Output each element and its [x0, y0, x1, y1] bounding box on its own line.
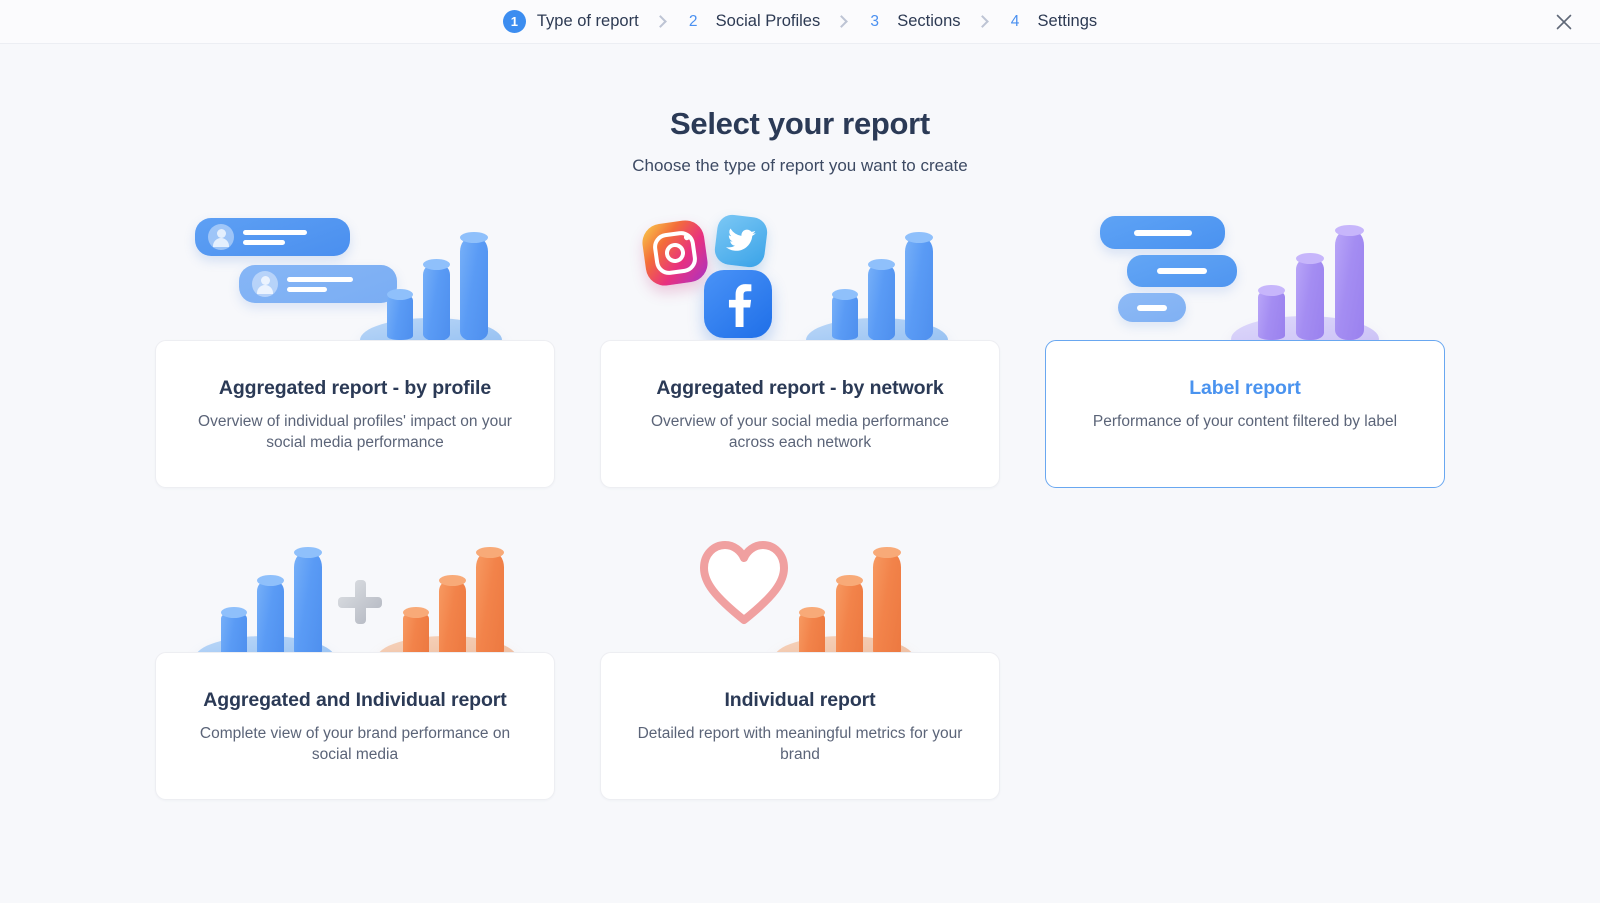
- bar-medium: [423, 259, 450, 341]
- step-label-4: Settings: [1037, 12, 1098, 30]
- step-number-3: 3: [870, 13, 880, 30]
- facebook-icon: [704, 270, 772, 338]
- step-sections[interactable]: 3 Sections: [863, 10, 960, 33]
- card-description: Complete view of your brand performance …: [199, 725, 511, 763]
- bar-large: [1335, 225, 1364, 340]
- step-label-3: Sections: [897, 12, 961, 30]
- card-title: Label report: [1189, 377, 1301, 399]
- bar-small: [387, 289, 413, 340]
- wizard-header: 1 Type of report 2 Social Profiles 3 Sec…: [0, 0, 1600, 44]
- page-title: Select your report: [670, 106, 930, 141]
- label-pill-medium: [1127, 255, 1237, 287]
- bar-large: [905, 232, 933, 341]
- card-title: Aggregated report - by profile: [218, 377, 492, 399]
- profile-text-lines: [243, 229, 307, 245]
- card-description: Performance of your content filtered by …: [1092, 413, 1398, 430]
- chevron-right-icon: [653, 15, 667, 28]
- card-description: Overview of your social media performanc…: [650, 413, 950, 451]
- bar-medium-orange: [439, 575, 466, 660]
- plus-icon: [338, 580, 382, 624]
- step-social-profiles[interactable]: 2 Social Profiles: [682, 10, 821, 33]
- step-type-of-report[interactable]: 1 Type of report: [502, 10, 639, 33]
- card-title: Aggregated and Individual report: [203, 689, 507, 711]
- wizard-stepper: 1 Type of report 2 Social Profiles 3 Sec…: [502, 10, 1098, 33]
- bar-large: [873, 547, 901, 660]
- card-description: Overview of individual profiles' impact …: [198, 413, 512, 451]
- twitter-icon: [713, 213, 769, 269]
- card-title: Aggregated report - by network: [656, 377, 944, 399]
- label-pill-large: [1100, 216, 1225, 249]
- step-label-2: Social Profiles: [715, 12, 821, 30]
- step-settings[interactable]: 4 Settings: [1004, 10, 1098, 33]
- step-number-2: 2: [688, 13, 698, 30]
- report-card-by-profile[interactable]: Aggregated report - by profile Overview …: [155, 340, 555, 488]
- bar-small: [1258, 285, 1285, 340]
- profile-pill-secondary: [239, 265, 397, 303]
- bar-medium-blue: [257, 575, 284, 660]
- instagram-icon: [639, 217, 711, 289]
- step-label-1: Type of report: [536, 12, 639, 30]
- avatar: [208, 224, 234, 250]
- chevron-right-icon: [835, 15, 849, 28]
- page-header: Select your report Choose the type of re…: [0, 106, 1600, 176]
- avatar: [252, 271, 278, 297]
- report-card-slot-by-profile: Aggregated report - by profile Overview …: [155, 198, 555, 488]
- bar-small: [832, 289, 858, 340]
- label-pill-small: [1118, 293, 1186, 322]
- report-type-grid: Aggregated report - by profile Overview …: [155, 198, 1445, 800]
- profile-text-lines: [287, 276, 353, 292]
- chevron-right-icon: [975, 15, 989, 28]
- report-card-aggregated-individual[interactable]: Aggregated and Individual report Complet…: [155, 652, 555, 800]
- report-card-slot-individual: Individual report Detailed report with m…: [600, 510, 1000, 800]
- report-card-slot-label: Label report Performance of your content…: [1045, 198, 1445, 488]
- report-card-slot-by-network: Aggregated report - by network Overview …: [600, 198, 1000, 488]
- bar-large: [460, 232, 488, 341]
- heart-icon: [698, 540, 790, 631]
- twitter-bird-glyph: [725, 228, 756, 251]
- bar-large-blue: [294, 547, 322, 660]
- close-icon: [1556, 14, 1572, 29]
- close-button[interactable]: [1550, 8, 1578, 36]
- bar-medium: [836, 575, 863, 660]
- report-card-by-network[interactable]: Aggregated report - by network Overview …: [600, 340, 1000, 488]
- card-title: Individual report: [724, 689, 876, 711]
- page-subtitle: Choose the type of report you want to cr…: [632, 156, 968, 175]
- step-number-1: 1: [502, 10, 526, 33]
- card-description: Detailed report with meaningful metrics …: [637, 725, 963, 763]
- report-card-slot-aggregated-individual: Aggregated and Individual report Complet…: [155, 510, 555, 800]
- profile-pill-primary: [195, 218, 350, 256]
- step-number-4: 4: [1010, 13, 1020, 30]
- bar-medium: [1296, 253, 1324, 340]
- report-card-label[interactable]: Label report Performance of your content…: [1045, 340, 1445, 488]
- report-card-individual[interactable]: Individual report Detailed report with m…: [600, 652, 1000, 800]
- bar-large-orange: [476, 547, 504, 660]
- bar-medium: [868, 259, 895, 341]
- facebook-f-glyph: [728, 284, 752, 327]
